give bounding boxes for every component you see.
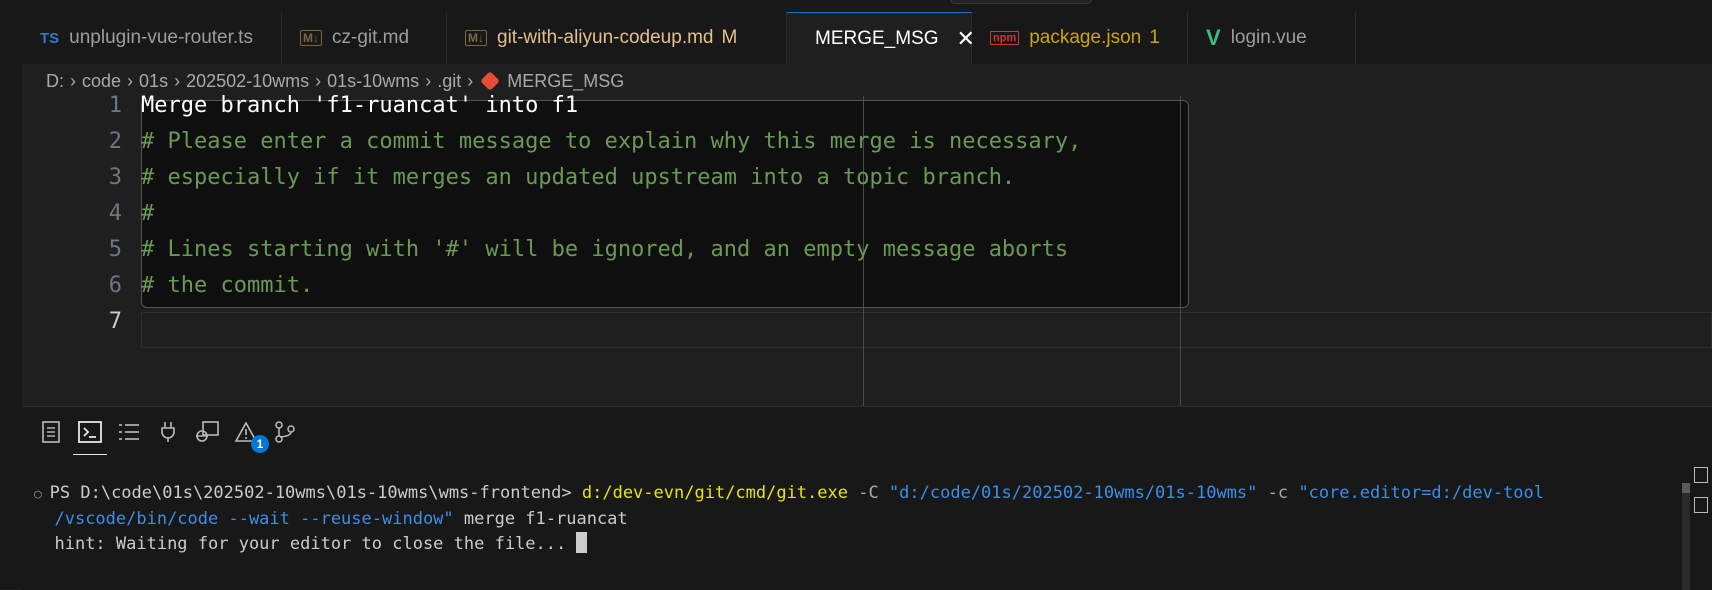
editor-tab-bar: TS unplugin-vue-router.ts M↓ cz-git.md M…: [22, 12, 1712, 64]
breadcrumb-item[interactable]: .git: [437, 71, 461, 92]
tab-label: login.vue: [1230, 27, 1307, 48]
terminal-merge-cmd: merge f1-ruancat: [453, 509, 628, 529]
line-number: 7: [108, 309, 122, 334]
chevron-right-icon: ›: [315, 70, 322, 91]
vue-icon: V: [1206, 25, 1221, 50]
chevron-right-icon: ›: [127, 70, 134, 91]
code-editor[interactable]: 1 2 3 4 5 6 7 Merge branch 'f1-ruancat' …: [22, 93, 1712, 406]
activity-bar-edge: [0, 12, 22, 589]
terminal-flag: -C: [847, 483, 889, 503]
breadcrumb-item[interactable]: 01s-10wms: [327, 71, 419, 92]
tab-unplugin-vue-router[interactable]: TS unplugin-vue-router.ts: [22, 12, 282, 64]
title-bar: [0, 0, 1712, 12]
terminal-editor-arg: "core.editor=d:/dev-tool: [1298, 483, 1544, 503]
tab-merge-msg[interactable]: MERGE_MSG ✕: [787, 12, 975, 64]
tab-cz-git[interactable]: M↓ cz-git.md: [282, 12, 447, 64]
chevron-right-icon: ›: [174, 70, 181, 91]
terminal-prompt: PS D:\code\01s\202502-10wms\01s-10wms\wm…: [49, 483, 582, 503]
code-line[interactable]: # Please enter a commit message to expla…: [141, 129, 1081, 154]
tab-label: package.json: [1029, 27, 1142, 48]
breadcrumb-item[interactable]: D:: [46, 71, 64, 92]
typescript-icon: TS: [40, 29, 60, 47]
bottom-panel: 1 ○ PS D:\code\01s\202502-10wms\01s-10wm…: [22, 406, 1712, 590]
command-status-dot: ○: [34, 487, 50, 502]
terminal-scrollbar[interactable]: [1682, 483, 1690, 590]
tab-label: unplugin-vue-router.ts: [69, 27, 253, 48]
warning-icon[interactable]: 1: [233, 419, 269, 453]
tab-git-with-aliyun-codeup[interactable]: M↓ git-with-aliyun-codeup.md M: [447, 12, 787, 64]
current-line-highlight: [141, 312, 1712, 348]
terminal-side-icons: [1694, 467, 1712, 527]
code-line[interactable]: Merge branch 'f1-ruancat' into f1: [141, 93, 578, 118]
problems-badge: 1: [251, 435, 269, 453]
line-number: 2: [108, 129, 122, 154]
breadcrumb-item[interactable]: 01s: [139, 71, 168, 92]
markdown-icon: M↓: [300, 30, 322, 46]
git-icon: [480, 71, 501, 91]
terminal-output[interactable]: ○ PS D:\code\01s\202502-10wms\01s-10wms\…: [34, 481, 1544, 557]
terminal-path-arg: "d:/code/01s/202502-10wms/01s-10wms": [888, 483, 1258, 503]
debug-console-icon[interactable]: [194, 419, 220, 445]
output-icon[interactable]: [38, 419, 64, 445]
line-number: 3: [108, 165, 122, 190]
command-center[interactable]: [950, 0, 1092, 4]
tab-label: cz-git.md: [332, 27, 410, 48]
line-number: 5: [108, 237, 122, 262]
terminal-editor-arg-cont: /vscode/bin/code --wait --reuse-window": [54, 509, 454, 529]
code-line[interactable]: # the commit.: [141, 273, 313, 298]
tab-package-json[interactable]: npm package.json 1: [972, 12, 1188, 64]
modified-indicator: M: [721, 27, 738, 48]
terminal-cursor: [576, 532, 588, 553]
breadcrumb: D: › code › 01s › 202502-10wms › 01s-10wms › …: [46, 66, 624, 96]
line-number: 1: [108, 93, 122, 118]
markdown-icon: M↓: [465, 30, 487, 46]
breadcrumb-item[interactable]: MERGE_MSG: [507, 71, 624, 92]
terminal-exe: d:/dev-evn/git/cmd/git.exe: [581, 483, 848, 503]
code-line[interactable]: # Lines starting with '#' will be ignore…: [141, 237, 1068, 262]
tab-login-vue[interactable]: V login.vue: [1188, 12, 1356, 64]
tab-label: MERGE_MSG: [815, 27, 939, 49]
code-line[interactable]: # especially if it merges an updated ups…: [141, 165, 1015, 190]
chevron-right-icon: ›: [467, 70, 474, 91]
source-control-icon[interactable]: [272, 419, 298, 445]
panel-tab-bar: 1: [38, 419, 311, 455]
code-line[interactable]: #: [141, 201, 154, 226]
scrollbar-thumb[interactable]: [1682, 483, 1690, 493]
terminal-icon[interactable]: [73, 419, 107, 455]
column-ruler: [1180, 96, 1181, 406]
chevron-right-icon: ›: [70, 70, 76, 91]
terminal-instance-icon[interactable]: [1694, 497, 1708, 513]
line-number: 6: [108, 273, 122, 298]
git-icon: [798, 32, 812, 45]
list-icon[interactable]: [116, 419, 142, 445]
npm-icon: npm: [990, 31, 1020, 45]
chevron-right-icon: ›: [425, 70, 432, 91]
terminal-hint: hint: Waiting for your editor to close t…: [54, 534, 577, 554]
problem-count: 1: [1149, 27, 1160, 48]
terminal-instance-icon[interactable]: [1694, 467, 1708, 483]
breadcrumb-item[interactable]: code: [82, 71, 121, 92]
breadcrumb-item[interactable]: 202502-10wms: [186, 71, 309, 92]
terminal-flag: -c: [1257, 483, 1299, 503]
plug-icon[interactable]: [155, 419, 181, 445]
tab-label: git-with-aliyun-codeup.md: [497, 27, 714, 48]
line-number: 4: [108, 201, 122, 226]
